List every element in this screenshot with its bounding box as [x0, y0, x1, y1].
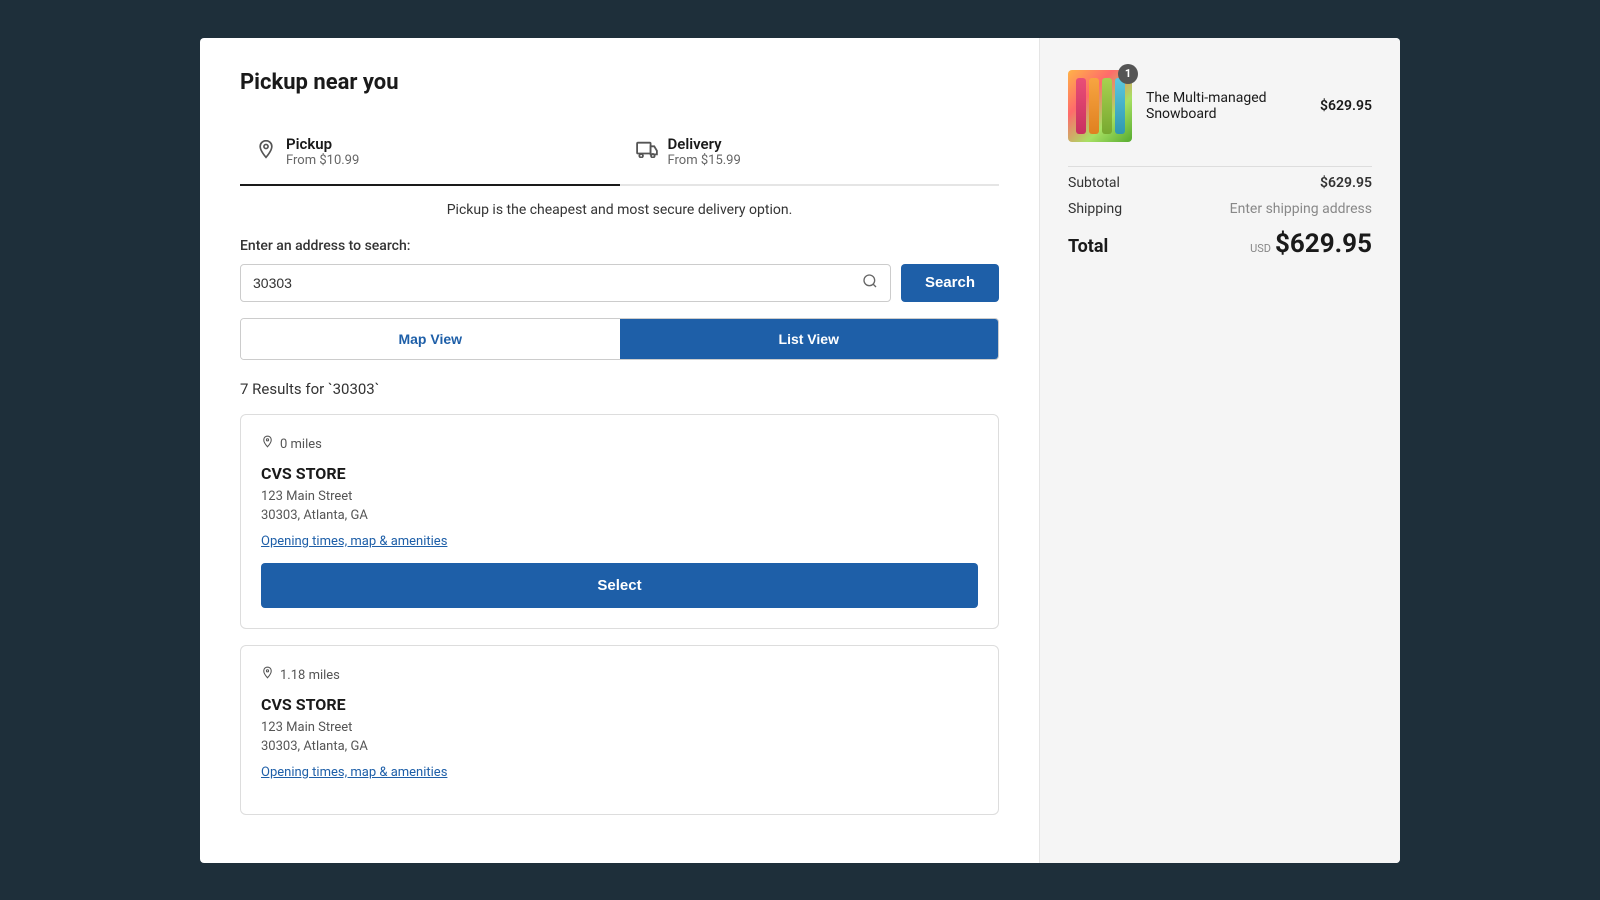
shipping-label: Shipping: [1068, 201, 1122, 217]
store-link-1[interactable]: Opening times, map & amenities: [261, 765, 978, 780]
pickup-option[interactable]: Pickup From $10.99: [240, 119, 620, 186]
search-button[interactable]: Search: [901, 264, 999, 302]
pickup-icon: [256, 139, 276, 164]
product-price: $629.95: [1320, 98, 1372, 114]
shipping-value: Enter shipping address: [1230, 201, 1372, 217]
pickup-label: Pickup: [286, 135, 359, 153]
pin-icon-0: [261, 435, 274, 454]
store-distance-text-0: 0 miles: [280, 437, 322, 452]
store-card-0: 0 miles CVS STORE 123 Main Street 30303,…: [240, 414, 999, 629]
product-name: The Multi-managed Snowboard: [1146, 90, 1306, 122]
store-distance-1: 1.18 miles: [261, 666, 978, 685]
shipping-row: Shipping Enter shipping address: [1068, 201, 1372, 217]
view-toggle: Map View List View: [240, 318, 999, 360]
currency-label: USD: [1250, 242, 1271, 255]
store-distance-text-1: 1.18 miles: [280, 668, 340, 683]
subtotal-value: $629.95: [1320, 175, 1372, 191]
select-button-0[interactable]: Select: [261, 563, 978, 608]
pin-icon-1: [261, 666, 274, 685]
delivery-option[interactable]: Delivery From $15.99: [620, 119, 1000, 186]
shipping-options: Pickup From $10.99 Delivery From $15.99: [240, 119, 999, 186]
search-input-wrapper: [240, 264, 891, 302]
map-view-button[interactable]: Map View: [241, 319, 620, 359]
total-label: Total: [1068, 236, 1108, 257]
store-name-0: CVS STORE: [261, 464, 978, 483]
subtotal-label: Subtotal: [1068, 175, 1120, 191]
delivery-label: Delivery: [668, 135, 741, 153]
search-row: Search: [240, 264, 999, 302]
search-input[interactable]: [241, 265, 890, 301]
results-count: 7 Results for `30303`: [240, 380, 999, 398]
delivery-icon: [636, 140, 658, 163]
delivery-price: From $15.99: [668, 153, 741, 168]
store-address-0: 123 Main Street 30303, Atlanta, GA: [261, 487, 978, 526]
info-text: Pickup is the cheapest and most secure d…: [240, 202, 999, 218]
store-distance-0: 0 miles: [261, 435, 978, 454]
store-link-0[interactable]: Opening times, map & amenities: [261, 534, 978, 549]
store-card-1: 1.18 miles CVS STORE 123 Main Street 303…: [240, 645, 999, 815]
list-view-button[interactable]: List View: [620, 319, 999, 359]
main-container: Pickup near you Pickup From $10.99: [200, 38, 1400, 863]
store-address-1: 123 Main Street 30303, Atlanta, GA: [261, 718, 978, 757]
search-icon: [862, 273, 878, 293]
total-value-wrapper: USD $629.95: [1250, 229, 1372, 259]
total-row: Total USD $629.95: [1068, 229, 1372, 259]
subtotal-row: Subtotal $629.95: [1068, 175, 1372, 191]
page-title: Pickup near you: [240, 70, 999, 95]
product-image-wrapper: 1: [1068, 70, 1132, 142]
cart-item: 1 The Multi-managed Snowboard $629.95: [1068, 70, 1372, 142]
cart-badge: 1: [1118, 64, 1138, 84]
total-value: $629.95: [1275, 229, 1372, 259]
right-panel: 1 The Multi-managed Snowboard $629.95 Su…: [1040, 38, 1400, 863]
divider: [1068, 166, 1372, 167]
pickup-price: From $10.99: [286, 153, 359, 168]
store-name-1: CVS STORE: [261, 695, 978, 714]
address-label: Enter an address to search:: [240, 238, 999, 254]
left-panel: Pickup near you Pickup From $10.99: [200, 38, 1040, 863]
